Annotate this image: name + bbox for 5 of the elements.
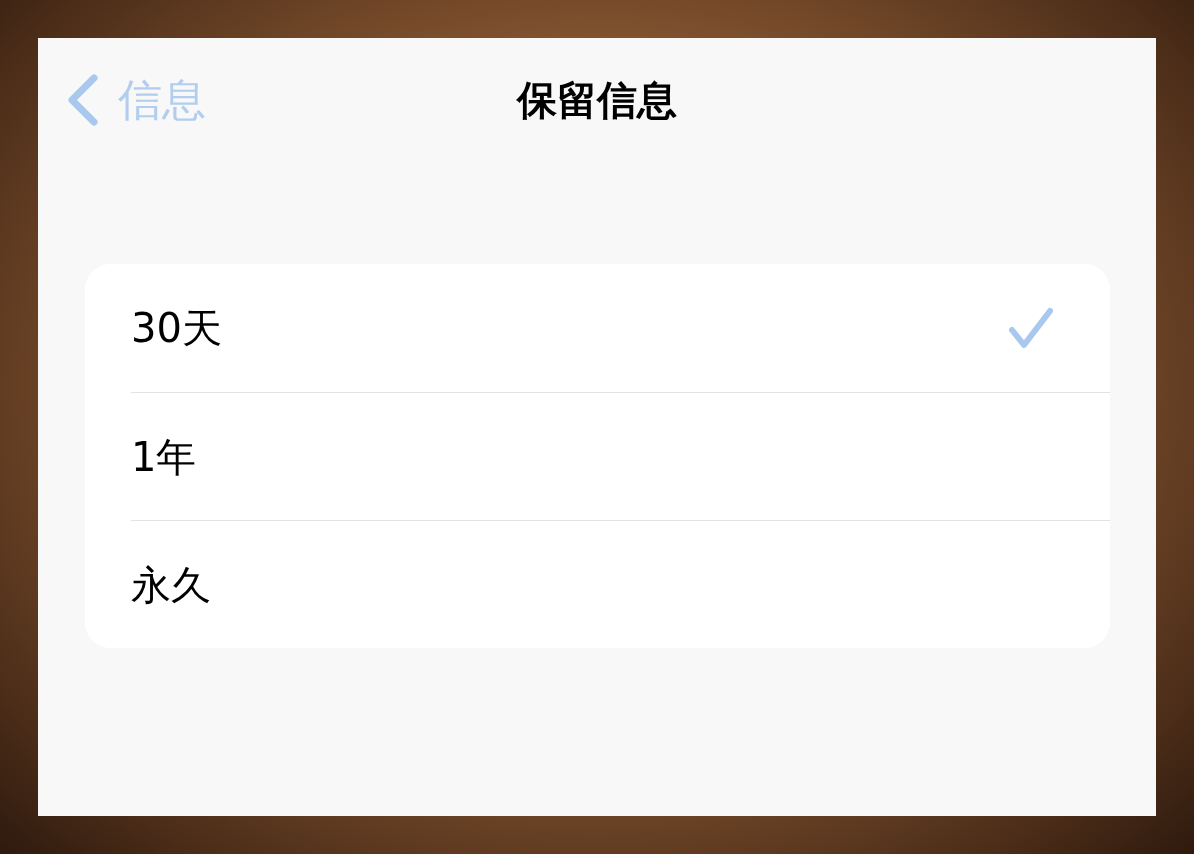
page-title: 保留信息: [517, 76, 677, 125]
option-label: 30天: [131, 304, 222, 353]
chevron-left-icon: [66, 74, 98, 126]
option-label: 1年: [131, 432, 197, 482]
option-label: 永久: [131, 560, 211, 610]
